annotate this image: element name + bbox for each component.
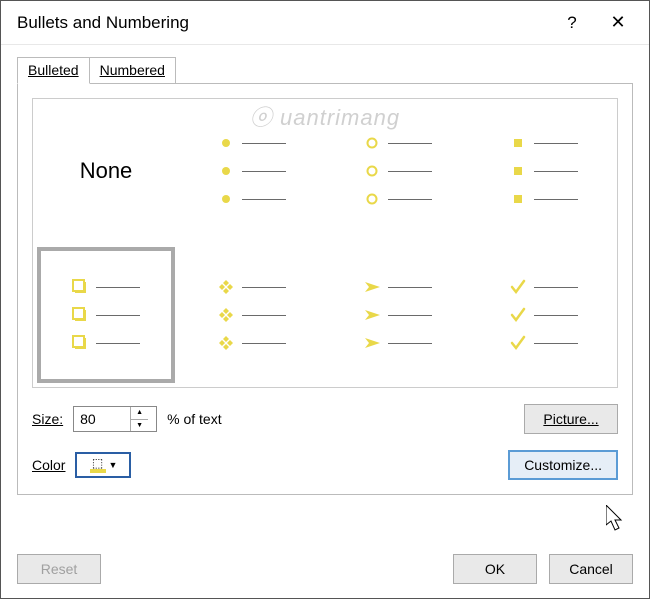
bullet-square-icon xyxy=(510,135,526,151)
bullet-option-check[interactable] xyxy=(471,243,617,387)
bullet-hollow-square-icon xyxy=(72,335,88,351)
bullet-diamond-cluster-icon xyxy=(218,307,234,323)
bullet-option-arrow[interactable] xyxy=(325,243,471,387)
bullet-option-hollow-square[interactable] xyxy=(37,247,175,383)
size-input[interactable] xyxy=(74,407,130,431)
titlebar: Bullets and Numbering ? ✕ xyxy=(1,1,649,45)
close-button[interactable]: ✕ xyxy=(595,1,641,44)
bullet-check-icon xyxy=(510,279,526,295)
percent-of-text-label: % of text xyxy=(167,411,221,427)
cursor-icon xyxy=(606,505,628,533)
dialog-title: Bullets and Numbering xyxy=(17,13,189,33)
size-spinner[interactable]: ▲ ▼ xyxy=(73,406,157,432)
tab-panel: None xyxy=(17,83,633,495)
bullet-arrow-icon xyxy=(364,279,380,295)
chevron-down-icon: ▼ xyxy=(109,460,118,470)
bullet-check-icon xyxy=(510,307,526,323)
bullet-option-circle[interactable] xyxy=(325,99,471,243)
color-label: Color xyxy=(32,457,65,473)
paint-bucket-icon: ⬚ xyxy=(92,457,103,469)
color-swatch xyxy=(90,469,106,473)
bullet-check-icon xyxy=(510,335,526,351)
bullet-arrow-icon xyxy=(364,335,380,351)
bullet-option-diamond-cluster[interactable] xyxy=(179,243,325,387)
spinner-up-icon[interactable]: ▲ xyxy=(131,407,148,420)
bullet-style-grid: None xyxy=(32,98,618,388)
tab-numbered[interactable]: Numbered xyxy=(89,57,176,83)
color-picker[interactable]: ⬚ ▼ xyxy=(75,452,131,478)
bullet-square-icon xyxy=(510,163,526,179)
ok-button[interactable]: OK xyxy=(453,554,537,584)
bullet-arrow-icon xyxy=(364,307,380,323)
bullet-disc-icon xyxy=(218,163,234,179)
bullet-circle-icon xyxy=(364,135,380,151)
customize-button[interactable]: Customize... xyxy=(508,450,618,480)
help-button[interactable]: ? xyxy=(549,1,595,44)
bullet-diamond-cluster-icon xyxy=(218,335,234,351)
bullet-option-square[interactable] xyxy=(471,99,617,243)
spinner-down-icon[interactable]: ▼ xyxy=(131,420,148,432)
tab-bulleted[interactable]: Bulleted xyxy=(17,57,90,84)
cancel-button[interactable]: Cancel xyxy=(549,554,633,584)
bullet-hollow-square-icon xyxy=(72,279,88,295)
bullets-numbering-dialog: Bullets and Numbering ? ✕ ⓞ uantrimang B… xyxy=(0,0,650,599)
bullet-circle-icon xyxy=(364,163,380,179)
tabstrip: Bulleted Numbered xyxy=(17,55,633,83)
bullet-option-none[interactable]: None xyxy=(33,99,179,243)
reset-button[interactable]: Reset xyxy=(17,554,101,584)
bullet-diamond-cluster-icon xyxy=(218,279,234,295)
bullet-square-icon xyxy=(510,191,526,207)
bullet-circle-icon xyxy=(364,191,380,207)
dialog-footer: Reset OK Cancel xyxy=(1,542,649,598)
size-label: Size: xyxy=(32,411,63,427)
bullet-hollow-square-icon xyxy=(72,307,88,323)
bullet-disc-icon xyxy=(218,191,234,207)
bullet-disc-icon xyxy=(218,135,234,151)
picture-button[interactable]: Picture... xyxy=(524,404,618,434)
bullet-option-disc[interactable] xyxy=(179,99,325,243)
